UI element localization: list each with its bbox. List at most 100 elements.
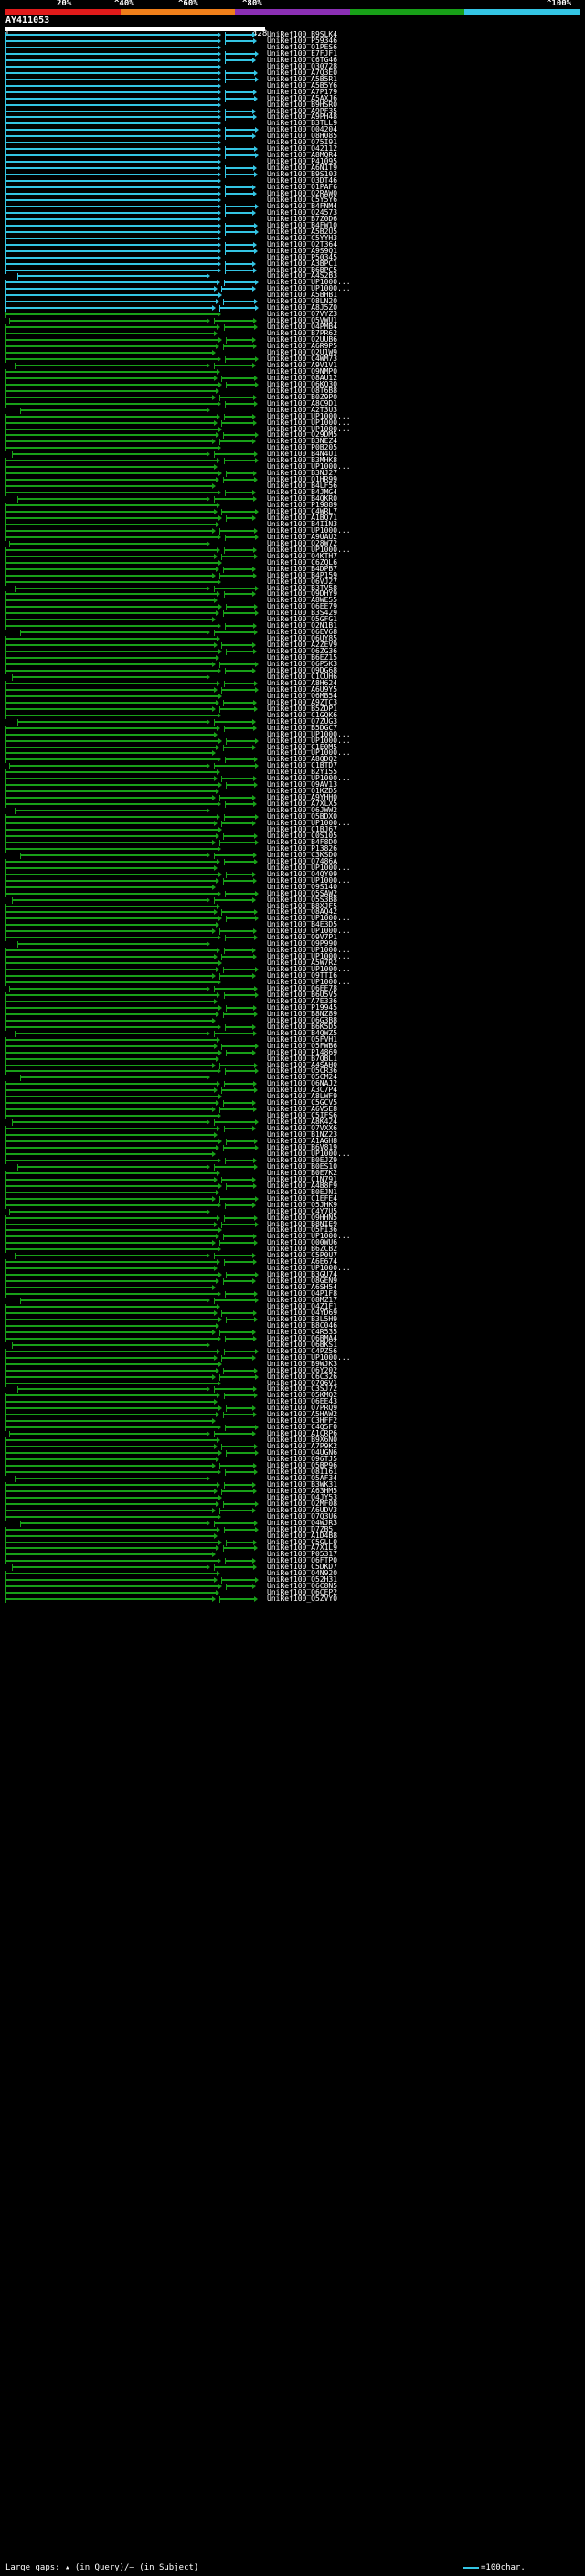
hit-arrow	[253, 1107, 257, 1113]
hit-segment	[5, 256, 218, 259]
hit-arrow	[253, 1030, 257, 1036]
hit-segment	[5, 39, 218, 42]
hit-segment	[214, 898, 252, 901]
hit-row[interactable]: UniRef100_Q5ZVY0	[0, 1595, 585, 1604]
hit-segment	[5, 930, 212, 933]
hit-arrow	[253, 877, 257, 884]
hit-arrow	[252, 795, 256, 801]
hit-segment	[214, 1121, 255, 1124]
hit-arrow	[255, 585, 259, 591]
hit-arrow	[218, 1202, 221, 1208]
hit-arrow	[212, 839, 216, 845]
hit-segment	[221, 555, 254, 557]
hit-arrow	[216, 521, 219, 527]
hit-arrow	[252, 286, 256, 292]
hit-arrow	[252, 1023, 256, 1030]
hit-segment	[5, 822, 214, 825]
hit-arrow	[218, 1380, 221, 1386]
hit-segment	[5, 924, 216, 927]
hit-segment	[5, 1426, 218, 1429]
hit-segment	[219, 841, 255, 843]
hit-segment	[5, 1330, 212, 1333]
hit-arrow	[218, 693, 222, 699]
hit-arrow	[218, 121, 221, 127]
hit-arrow	[252, 413, 256, 419]
hit-arrow	[255, 991, 259, 998]
hit-segment	[5, 479, 216, 482]
hit-segment	[221, 1356, 252, 1359]
hit-arrow	[214, 419, 218, 426]
hit-segment	[5, 993, 217, 996]
hit-arrow	[212, 1463, 216, 1468]
hit-arrow	[253, 1539, 257, 1545]
hit-segment	[224, 1128, 252, 1130]
hit-segment	[5, 771, 217, 774]
hit-arrow	[214, 464, 218, 471]
hit-segment	[5, 1128, 217, 1130]
hit-segment	[5, 1070, 218, 1073]
hit-segment	[5, 778, 214, 780]
hit-arrow	[218, 241, 221, 248]
hit-arrow	[254, 909, 258, 916]
legend-footer: Large gaps: ▴ (in Query)/— (in Subject) …	[5, 2562, 580, 2573]
hit-segment	[214, 765, 255, 768]
hit-arrow	[218, 935, 221, 941]
hit-segment	[214, 853, 253, 856]
hit-segment	[9, 320, 207, 323]
hit-arrow	[218, 178, 221, 185]
hit-label[interactable]: UniRef100_Q5ZVY0	[267, 1595, 337, 1603]
hit-segment	[223, 1414, 253, 1416]
hit-arrow	[252, 514, 256, 521]
hit-arrow	[217, 1214, 220, 1221]
hit-segment	[225, 58, 252, 61]
hit-segment	[5, 352, 212, 354]
hit-segment	[5, 784, 218, 787]
hit-arrow	[218, 228, 221, 235]
hit-arrow	[254, 451, 258, 458]
hit-segment	[225, 110, 252, 112]
scale-bar-sample	[463, 2567, 479, 2569]
hit-arrow	[216, 922, 219, 928]
hit-segment	[5, 1025, 218, 1028]
hit-arrow	[254, 95, 258, 101]
hit-segment	[5, 962, 218, 965]
hit-arrow	[218, 57, 221, 63]
hit-segment	[5, 1515, 218, 1518]
hit-arrow	[207, 718, 210, 725]
hit-arrow	[218, 32, 221, 37]
hit-arrow	[218, 1246, 221, 1253]
hit-arrow	[218, 101, 221, 108]
hit-arrow	[218, 1068, 221, 1075]
hit-segment	[5, 612, 216, 615]
hit-arrow	[218, 712, 221, 718]
hit-arrow	[218, 108, 221, 114]
hit-arrow	[217, 769, 220, 776]
hit-arrow	[212, 1285, 216, 1291]
hit-arrow	[207, 1564, 210, 1571]
hit-arrow	[214, 642, 218, 649]
hit-segment	[225, 135, 252, 138]
hit-arrow	[216, 299, 219, 305]
hit-segment	[5, 428, 218, 430]
hit-arrow	[214, 1221, 218, 1227]
hit-arrow	[255, 228, 259, 235]
hit-segment	[224, 548, 253, 551]
hit-arrow	[212, 1150, 216, 1157]
hit-segment	[5, 78, 218, 80]
hit-segment	[5, 975, 212, 978]
hit-segment	[5, 84, 218, 87]
hit-segment	[5, 1401, 214, 1404]
hit-segment	[224, 281, 255, 284]
hit-arrow	[254, 1367, 258, 1373]
hit-segment	[223, 567, 252, 570]
hit-arrow	[254, 146, 258, 153]
hit-arrow	[212, 1107, 216, 1113]
hit-arrow	[252, 362, 256, 368]
hit-segment	[223, 1502, 255, 1505]
hit-segment	[5, 1553, 212, 1556]
hit-segment	[221, 288, 252, 291]
hit-arrow	[212, 617, 216, 623]
hit-segment	[221, 688, 255, 691]
hit-arrow	[218, 69, 221, 76]
hit-arrow	[255, 1500, 259, 1507]
